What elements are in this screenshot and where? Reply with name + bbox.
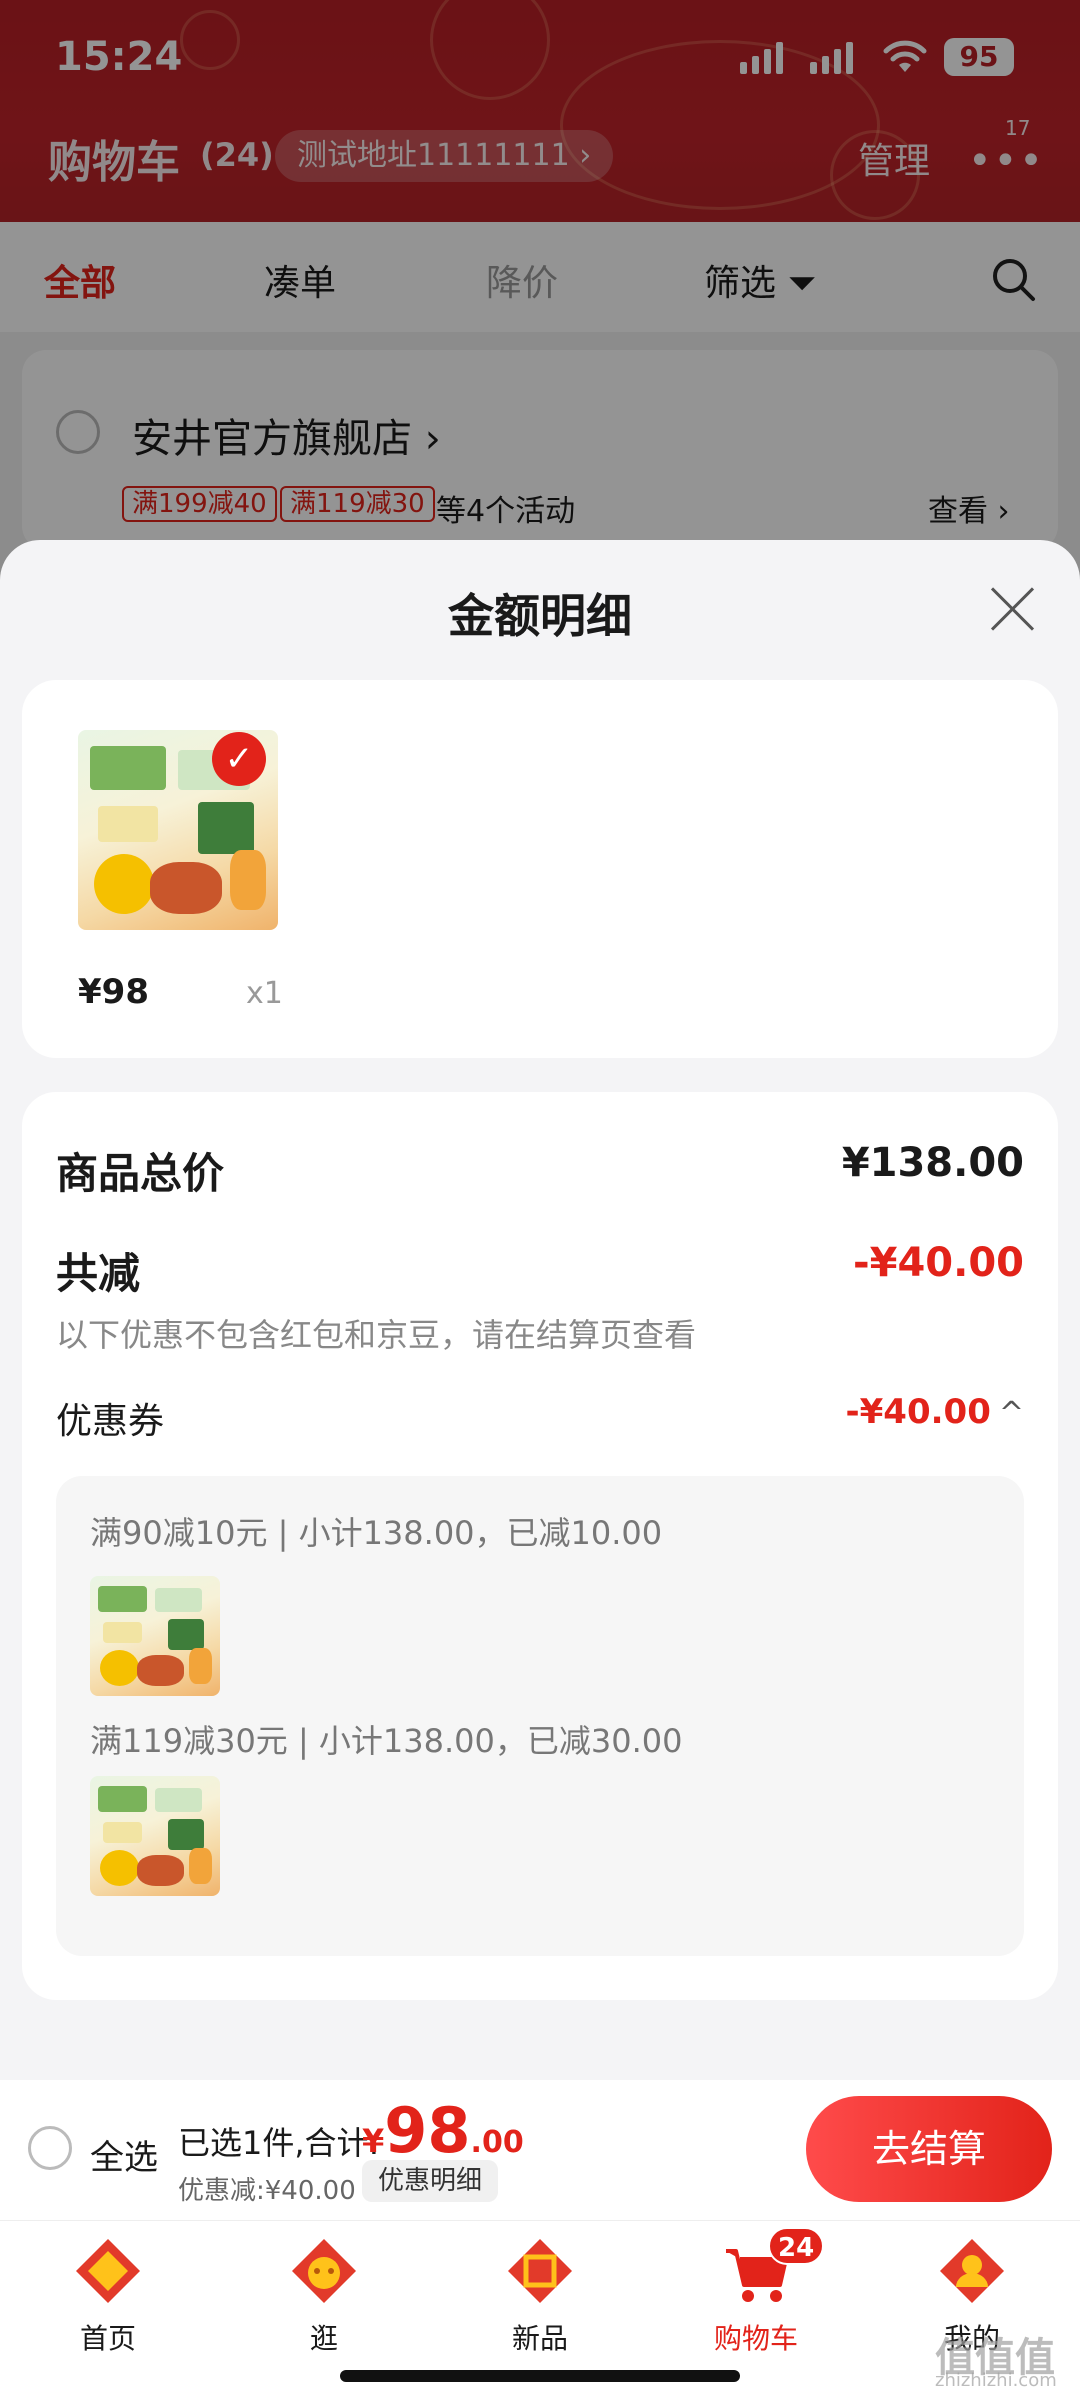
watermark-url: zhizhizhi.com (935, 2370, 1057, 2391)
discount-note: 以下优惠不包含红包和京豆，请在结算页查看 (56, 1316, 697, 1354)
chevron-up-icon: ^ (998, 1396, 1024, 1431)
tab-new-products[interactable]: 新品 (470, 2233, 610, 2357)
tab-home[interactable]: 首页 (38, 2233, 178, 2357)
total-decimal: .00 (470, 2125, 524, 2160)
discount-amount: 优惠减:¥40.00 (178, 2176, 356, 2206)
coupon-details: 满90减10元 | 小计138.00，已减10.00 满119减30元 | 小计… (56, 1476, 1024, 1956)
coupon-rule: 满119减30元 | 小计138.00，已减30.00 (90, 1722, 683, 1760)
amount-detail-sheet: 金额明细 ✓ ¥98 x1 商品总价 ¥138.00 共减 -¥40.00 以下… (0, 540, 1080, 2080)
tab-stroll[interactable]: 逛 (254, 2233, 394, 2357)
selected-products-card: ✓ ¥98 x1 (22, 680, 1058, 1058)
total-price-value: ¥138.00 (841, 1140, 1024, 1186)
total-price-label: 商品总价 (56, 1149, 225, 1198)
tab-cart-label: 购物车 (713, 2322, 798, 2355)
new-products-icon (508, 2239, 572, 2303)
coupon-product-image (90, 1776, 220, 1896)
discount-detail-button[interactable]: 优惠明细 (362, 2160, 499, 2202)
coupon-rule: 满90减10元 | 小计138.00，已减10.00 (90, 1514, 663, 1552)
checkout-bar: 全选 已选1件,合计: ¥98.00 优惠减:¥40.00 优惠明细 去结算 (0, 2080, 1080, 2220)
reduction-label: 共减 (56, 1249, 141, 1298)
tab-stroll-label: 逛 (309, 2322, 338, 2355)
tab-cart[interactable]: 24 购物车 (686, 2227, 826, 2357)
coupon-product-image (90, 1576, 220, 1696)
total-integer: 98 (384, 2094, 471, 2167)
selected-count-text: 已选1件,合计: (178, 2124, 380, 2162)
home-icon (76, 2239, 140, 2303)
coupon-toggle[interactable]: -¥40.00 ^ (846, 1392, 1024, 1432)
tab-new-products-label: 新品 (511, 2322, 568, 2355)
sheet-title: 金额明细 (448, 589, 632, 643)
coupon-value: -¥40.00 (845, 1392, 991, 1432)
checked-icon: ✓ (212, 732, 266, 786)
select-all-radio[interactable] (28, 2126, 72, 2170)
close-icon[interactable] (988, 584, 1036, 632)
product-quantity: x1 (246, 976, 283, 1011)
currency-symbol: ¥ (362, 2122, 385, 2160)
reduction-value: -¥40.00 (853, 1240, 1024, 1286)
tab-home-label: 首页 (79, 2322, 136, 2355)
select-all-label[interactable]: 全选 (90, 2130, 158, 2179)
price-summary-card: 商品总价 ¥138.00 共减 -¥40.00 以下优惠不包含红包和京豆，请在结… (22, 1092, 1058, 2000)
product-price: ¥98 (78, 972, 149, 1012)
home-indicator (340, 2370, 740, 2382)
cart-badge: 24 (768, 2227, 825, 2265)
profile-icon (940, 2239, 1004, 2303)
coupon-label: 优惠券 (56, 1401, 165, 1442)
total-amount: ¥98.00 (362, 2094, 524, 2167)
stroll-icon (292, 2239, 356, 2303)
checkout-button[interactable]: 去结算 (806, 2096, 1052, 2202)
